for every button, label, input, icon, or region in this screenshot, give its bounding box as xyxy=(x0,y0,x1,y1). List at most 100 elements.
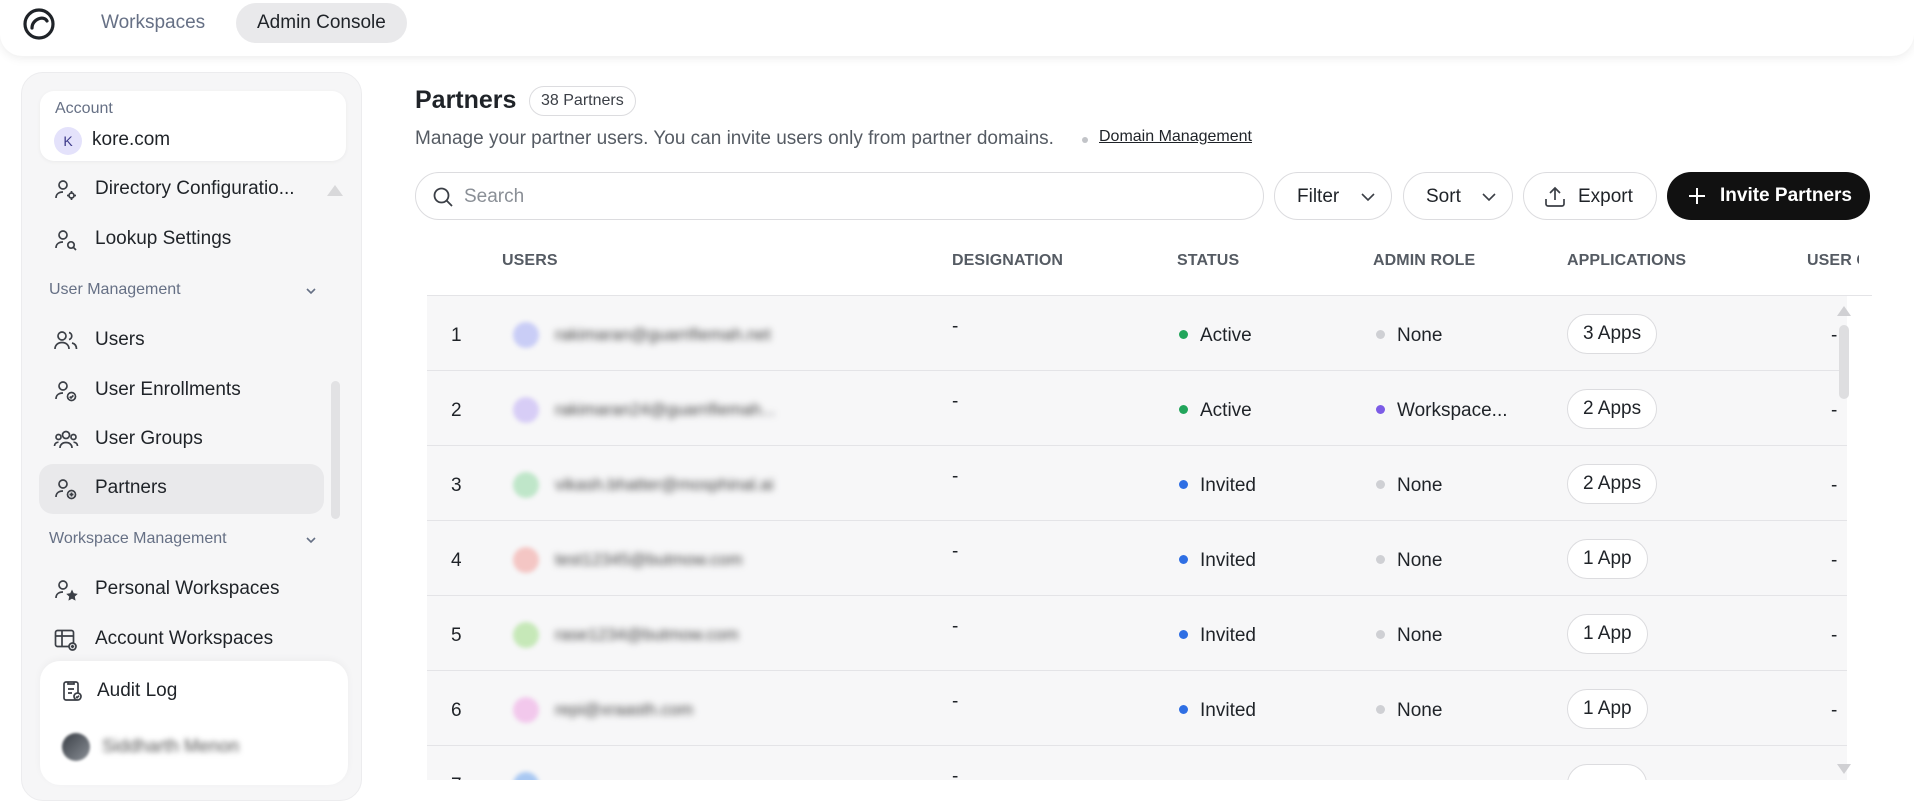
designation-cell: - xyxy=(952,466,959,487)
user-check-icon xyxy=(55,381,77,402)
export-button[interactable]: Export xyxy=(1523,172,1657,220)
column-header-user-groups[interactable]: USER G xyxy=(1807,252,1859,270)
table-row[interactable]: 1 rakimaran@guarrifiemah.net - Active No… xyxy=(427,296,1847,371)
admin-role-cell: None xyxy=(1376,475,1442,497)
section-workspace-management[interactable]: Workspace Management xyxy=(49,530,319,554)
page-title: Partners xyxy=(415,86,517,114)
domain-management-link[interactable]: Domain Management xyxy=(1099,128,1252,146)
search-input[interactable] xyxy=(464,183,1244,211)
sidebar-item-label: User Groups xyxy=(95,428,203,449)
plus-icon xyxy=(1689,188,1705,204)
row-number: 5 xyxy=(451,625,462,646)
column-header-users[interactable]: USERS xyxy=(502,252,558,270)
user-email[interactable]: repi@xraasth.com xyxy=(555,700,693,720)
account-avatar: K xyxy=(54,127,82,155)
user-avatar[interactable] xyxy=(62,733,90,761)
main-content: Partners 38 Partners Manage your partner… xyxy=(415,0,1914,810)
sidebar-item-user-groups[interactable]: User Groups xyxy=(39,415,324,465)
admin-role-cell: None xyxy=(1376,700,1442,722)
column-header-admin-role[interactable]: ADMIN ROLE xyxy=(1373,252,1475,270)
sidebar-item-account-workspaces[interactable]: Account Workspaces xyxy=(39,615,324,665)
column-header-designation[interactable]: DESIGNATION xyxy=(952,252,1063,270)
table-row[interactable]: 2 rakimaran24@guarrifiemah... - Active W… xyxy=(427,371,1847,446)
user-gear-icon xyxy=(55,180,76,200)
brand-logo-icon[interactable] xyxy=(22,7,56,41)
user-groups-cell: - xyxy=(1831,550,1838,571)
workspace-grid-icon xyxy=(54,629,77,651)
status-dot xyxy=(1179,405,1188,414)
export-label: Export xyxy=(1578,186,1633,207)
user-email[interactable]: rase1234@butmow.com xyxy=(555,625,739,645)
applications-badge[interactable]: 3 Apps xyxy=(1567,314,1658,354)
sidebar-scrollbar[interactable] xyxy=(331,381,340,519)
role-text: None xyxy=(1397,550,1443,571)
applications-badge[interactable] xyxy=(1567,764,1647,780)
role-text: Workspace... xyxy=(1397,400,1508,421)
account-switcher[interactable]: Account K kore.com xyxy=(40,91,346,161)
search-box[interactable] xyxy=(415,172,1264,220)
table-row[interactable]: 6 repi@xraasth.com - Invited None 1 App … xyxy=(427,671,1847,746)
nav-admin-console[interactable]: Admin Console xyxy=(236,3,407,43)
audit-log-link[interactable]: Audit Log xyxy=(97,680,177,702)
applications-badge[interactable]: 2 Apps xyxy=(1567,464,1658,504)
applications-badge[interactable]: 1 App xyxy=(1567,689,1648,729)
sidebar-item-label: User Enrollments xyxy=(95,379,241,400)
sidebar-item-partners[interactable]: Partners xyxy=(39,464,324,514)
sidebar-item-users[interactable]: Users xyxy=(39,316,324,366)
sidebar-scroll-up[interactable] xyxy=(327,185,343,196)
status-cell: Invited xyxy=(1179,475,1256,497)
applications-badge[interactable]: 2 Apps xyxy=(1567,389,1658,429)
status-text: Active xyxy=(1200,325,1252,346)
section-label: Workspace Management xyxy=(49,530,227,547)
user-search-icon xyxy=(55,230,77,251)
table-row[interactable]: 5 rase1234@butmow.com - Invited None 1 A… xyxy=(427,596,1847,671)
sidebar-item-directory-configuration[interactable]: Directory Configuratio... xyxy=(39,165,324,215)
table-row[interactable]: 4 test12345@butmow.com - Invited None 1 … xyxy=(427,521,1847,596)
row-number: 7 xyxy=(451,775,462,780)
user-email[interactable]: test12345@butmow.com xyxy=(555,550,742,570)
status-cell: Active xyxy=(1179,400,1252,422)
sidebar-item-user-enrollments[interactable]: User Enrollments xyxy=(39,366,324,416)
role-dot xyxy=(1376,330,1385,339)
user-name[interactable]: Siddharth Menon xyxy=(102,736,239,757)
table-scrollbar[interactable] xyxy=(1839,325,1849,399)
sidebar-item-personal-workspaces[interactable]: Personal Workspaces xyxy=(39,565,324,615)
user-email[interactable]: rakimaran24@guarrifiemah... xyxy=(555,400,775,420)
role-text: None xyxy=(1397,325,1443,346)
status-cell: Invited xyxy=(1179,550,1256,572)
nav-workspaces[interactable]: Workspaces xyxy=(80,3,226,43)
user-group-icon xyxy=(53,430,79,449)
chevron-down-icon xyxy=(1482,193,1496,202)
row-number: 1 xyxy=(451,325,462,346)
column-header-status[interactable]: STATUS xyxy=(1177,252,1239,270)
column-header-applications[interactable]: APPLICATIONS xyxy=(1567,252,1686,270)
status-dot xyxy=(1179,480,1188,489)
table-row[interactable]: 7 - xyxy=(427,746,1847,780)
applications-badge[interactable]: 1 App xyxy=(1567,614,1648,654)
users-icon xyxy=(54,331,78,350)
filter-button[interactable]: Filter xyxy=(1274,172,1392,220)
applications-badge[interactable]: 1 App xyxy=(1567,539,1648,579)
invite-partners-button[interactable]: Invite Partners xyxy=(1667,172,1870,220)
status-text: Active xyxy=(1200,400,1252,421)
status-text: Invited xyxy=(1200,475,1256,496)
sort-button[interactable]: Sort xyxy=(1403,172,1513,220)
role-text: None xyxy=(1397,700,1443,721)
table-row[interactable]: 3 vikash.bhatter@mosphinal.ai - Invited … xyxy=(427,446,1847,521)
user-email[interactable]: vikash.bhatter@mosphinal.ai xyxy=(555,475,774,495)
table-scroll-up[interactable] xyxy=(1837,306,1851,316)
row-number: 2 xyxy=(451,400,462,421)
role-dot xyxy=(1376,405,1385,414)
user-email[interactable]: rakimaran@guarrifiemah.net xyxy=(555,325,771,345)
designation-cell: - xyxy=(952,541,959,562)
section-user-management[interactable]: User Management xyxy=(49,281,319,305)
account-name: kore.com xyxy=(92,129,171,150)
table-scroll-down[interactable] xyxy=(1837,764,1851,774)
user-groups-cell: - xyxy=(1831,325,1838,346)
status-dot xyxy=(1179,330,1188,339)
sidebar-item-lookup-settings[interactable]: Lookup Settings xyxy=(39,215,324,265)
status-text: Invited xyxy=(1200,700,1256,721)
user-avatar xyxy=(513,772,539,780)
user-groups-cell: - xyxy=(1831,475,1838,496)
role-dot xyxy=(1376,630,1385,639)
